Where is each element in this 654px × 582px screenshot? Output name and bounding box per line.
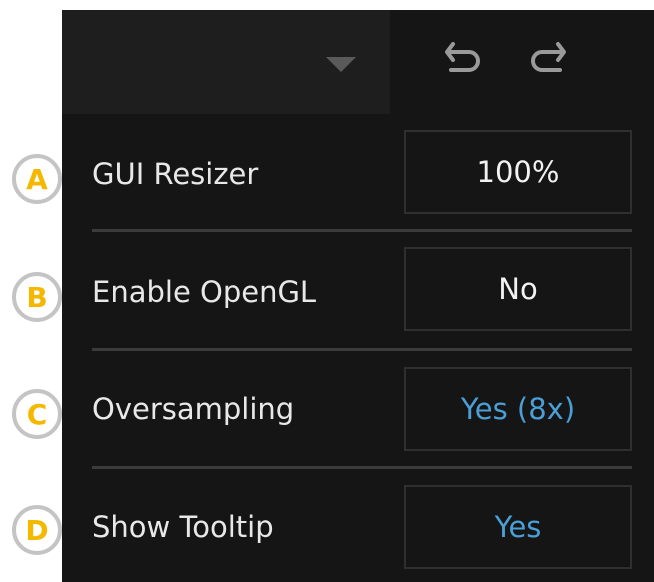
chevron-down-icon[interactable] — [326, 57, 356, 72]
badge-c: C — [12, 389, 62, 439]
redo-button[interactable] — [522, 32, 574, 84]
row-divider — [92, 348, 632, 351]
row-divider — [92, 466, 632, 469]
undo-button[interactable] — [437, 32, 489, 84]
badge-b: B — [12, 272, 62, 322]
settings-screenshot: A GUI Resizer 100% B Enable OpenGL No C … — [0, 0, 654, 582]
oversampling-value-button[interactable]: Yes (8x) — [404, 367, 632, 451]
enable-opengl-value-button[interactable]: No — [404, 247, 632, 331]
gui-resizer-label: GUI Resizer — [92, 157, 259, 191]
row-divider — [92, 229, 632, 232]
gui-resizer-value-button[interactable]: 100% — [404, 130, 632, 214]
redo-icon — [531, 42, 566, 72]
show-tooltip-value-button[interactable]: Yes — [404, 485, 632, 569]
show-tooltip-label: Show Tooltip — [92, 510, 274, 544]
badge-d: D — [12, 505, 62, 555]
undo-icon — [445, 42, 480, 72]
badge-a: A — [12, 154, 62, 204]
oversampling-label: Oversampling — [92, 392, 295, 426]
enable-opengl-label: Enable OpenGL — [92, 275, 317, 309]
